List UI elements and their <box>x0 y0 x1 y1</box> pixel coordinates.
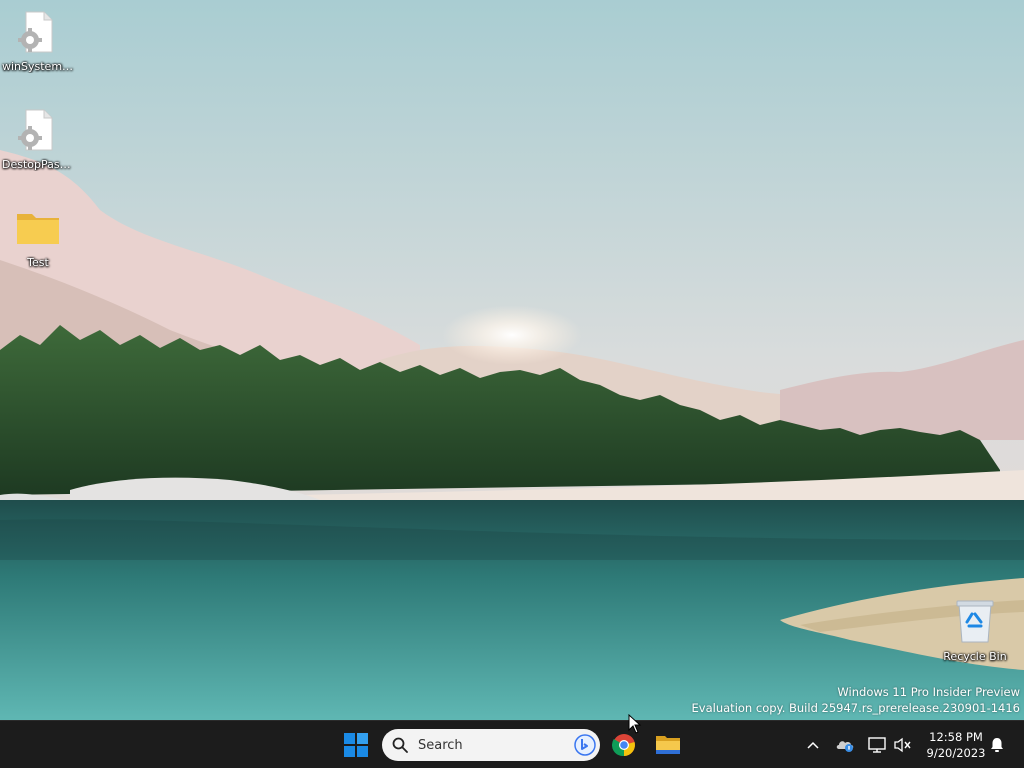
folder-icon <box>14 204 62 252</box>
recycle-bin-icon <box>951 598 999 646</box>
desktop-icon-label: winSystem32 <box>2 60 76 73</box>
wallpaper <box>0 0 1024 720</box>
system-file-icon <box>14 106 62 154</box>
watermark-line-1: Windows 11 Pro Insider Preview <box>837 685 1020 699</box>
desktop-icon-destoppass[interactable]: DestopPass... <box>0 106 76 171</box>
watermark-line-2: Evaluation copy. Build 25947.rs_prerelea… <box>691 701 1020 715</box>
chevron-up-icon <box>807 741 819 749</box>
taskbar-app-file-explorer[interactable] <box>650 727 686 763</box>
network-icon <box>868 737 886 753</box>
desktop-icon-recycle-bin[interactable]: Recycle Bin <box>937 598 1013 663</box>
system-file-icon <box>14 8 62 56</box>
start-button[interactable] <box>338 727 374 763</box>
tray-chevron[interactable] <box>804 721 822 768</box>
chrome-icon <box>612 734 635 757</box>
bing-icon[interactable] <box>574 734 596 756</box>
search-box[interactable]: Search <box>382 729 600 761</box>
tray-network[interactable] <box>866 721 888 768</box>
file-explorer-icon <box>656 736 680 754</box>
clock-date: 9/20/2023 <box>926 746 986 760</box>
mouse-cursor <box>628 714 642 734</box>
clock-time: 12:58 PM <box>929 730 983 744</box>
desktop-icon-label: DestopPass... <box>2 158 76 171</box>
taskbar-clock[interactable]: 12:58 PM 9/20/2023 <box>918 729 994 761</box>
search-icon <box>392 737 408 753</box>
evaluation-watermark: Windows 11 Pro Insider Preview Evaluatio… <box>692 684 1020 716</box>
taskbar: Search 12:58 PM 9/20/2023 <box>0 720 1024 768</box>
bell-icon <box>991 738 1003 752</box>
desktop-icon-label: Test <box>27 256 49 269</box>
desktop-icon-test-folder[interactable]: Test <box>0 204 76 269</box>
volume-muted-icon <box>894 737 911 753</box>
tray-volume[interactable] <box>892 721 914 768</box>
desktop-icon-label: Recycle Bin <box>943 650 1007 663</box>
tray-onedrive[interactable] <box>834 721 856 768</box>
search-placeholder: Search <box>418 737 463 753</box>
desktop[interactable]: winSystem32 DestopPass... Test Recycle B… <box>0 0 1024 720</box>
desktop-icon-winsystem32[interactable]: winSystem32 <box>0 8 76 73</box>
notification-button[interactable] <box>986 721 1008 768</box>
onedrive-icon <box>836 741 854 752</box>
windows-logo-icon <box>344 733 368 757</box>
